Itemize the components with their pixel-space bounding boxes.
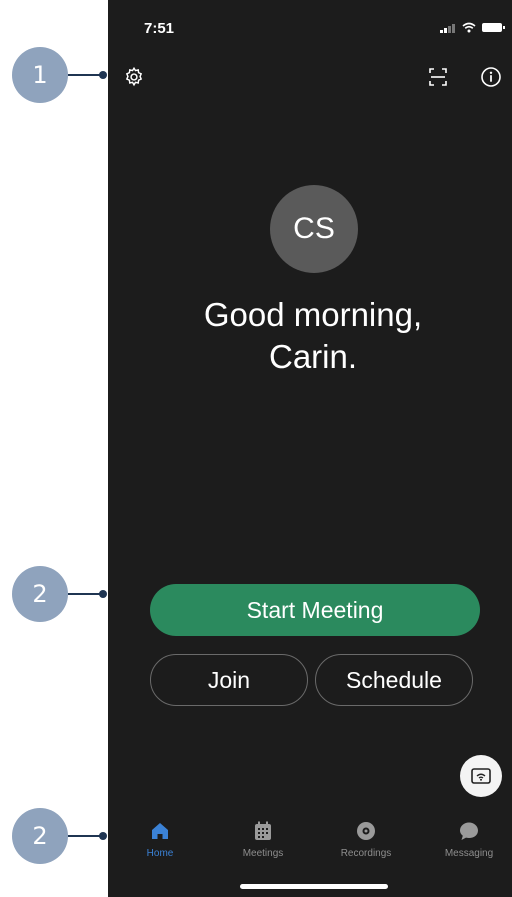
callout-badge-3: 2 (12, 808, 68, 864)
home-icon (152, 823, 168, 839)
callout-badge-1: 1 (12, 47, 68, 103)
battery-icon (482, 23, 505, 32)
tab-label: Home (146, 848, 174, 859)
signal-icon (440, 23, 456, 33)
wifi-icon (462, 22, 476, 33)
callout-dot-1 (99, 71, 107, 79)
phone-screen: 7:51 CS Good morning, Carin. Start Meeti… (108, 0, 512, 897)
greeting-line-1: Good morning, (203, 296, 423, 333)
avatar[interactable]: CS (270, 185, 358, 273)
start-meeting-button[interactable]: Start Meeting (150, 584, 480, 636)
calendar-icon (255, 821, 271, 840)
status-icons (440, 22, 505, 33)
greeting-line-2: Carin. (268, 338, 358, 375)
tab-home[interactable]: Home (120, 818, 200, 859)
scan-icon (429, 68, 447, 86)
status-time: 7:51 (144, 20, 175, 37)
tab-label: Messaging (444, 848, 494, 859)
recordings-icon (357, 822, 375, 840)
schedule-button[interactable]: Schedule (315, 654, 473, 706)
info-icon (481, 67, 501, 87)
callout-dot-2 (99, 590, 107, 598)
join-button[interactable]: Join (150, 654, 308, 706)
scan-button[interactable] (425, 64, 451, 90)
tab-recordings[interactable]: Recordings (326, 818, 406, 859)
tab-messaging[interactable]: Messaging (429, 818, 509, 859)
share-screen-icon (471, 768, 491, 784)
callout-line-3 (68, 835, 102, 837)
info-button[interactable] (478, 64, 504, 90)
callout-line-2 (68, 593, 102, 595)
callout-dot-3 (99, 832, 107, 840)
home-indicator (240, 884, 388, 889)
tab-meetings[interactable]: Meetings (223, 818, 303, 859)
gear-icon (125, 66, 143, 87)
settings-button[interactable] (121, 64, 147, 90)
tab-label: Recordings (340, 848, 392, 859)
chat-bubble-icon (460, 822, 478, 840)
callout-badge-2: 2 (12, 566, 68, 622)
share-screen-button[interactable] (460, 755, 502, 797)
callout-line-1 (68, 74, 102, 76)
tab-label: Meetings (242, 848, 284, 859)
